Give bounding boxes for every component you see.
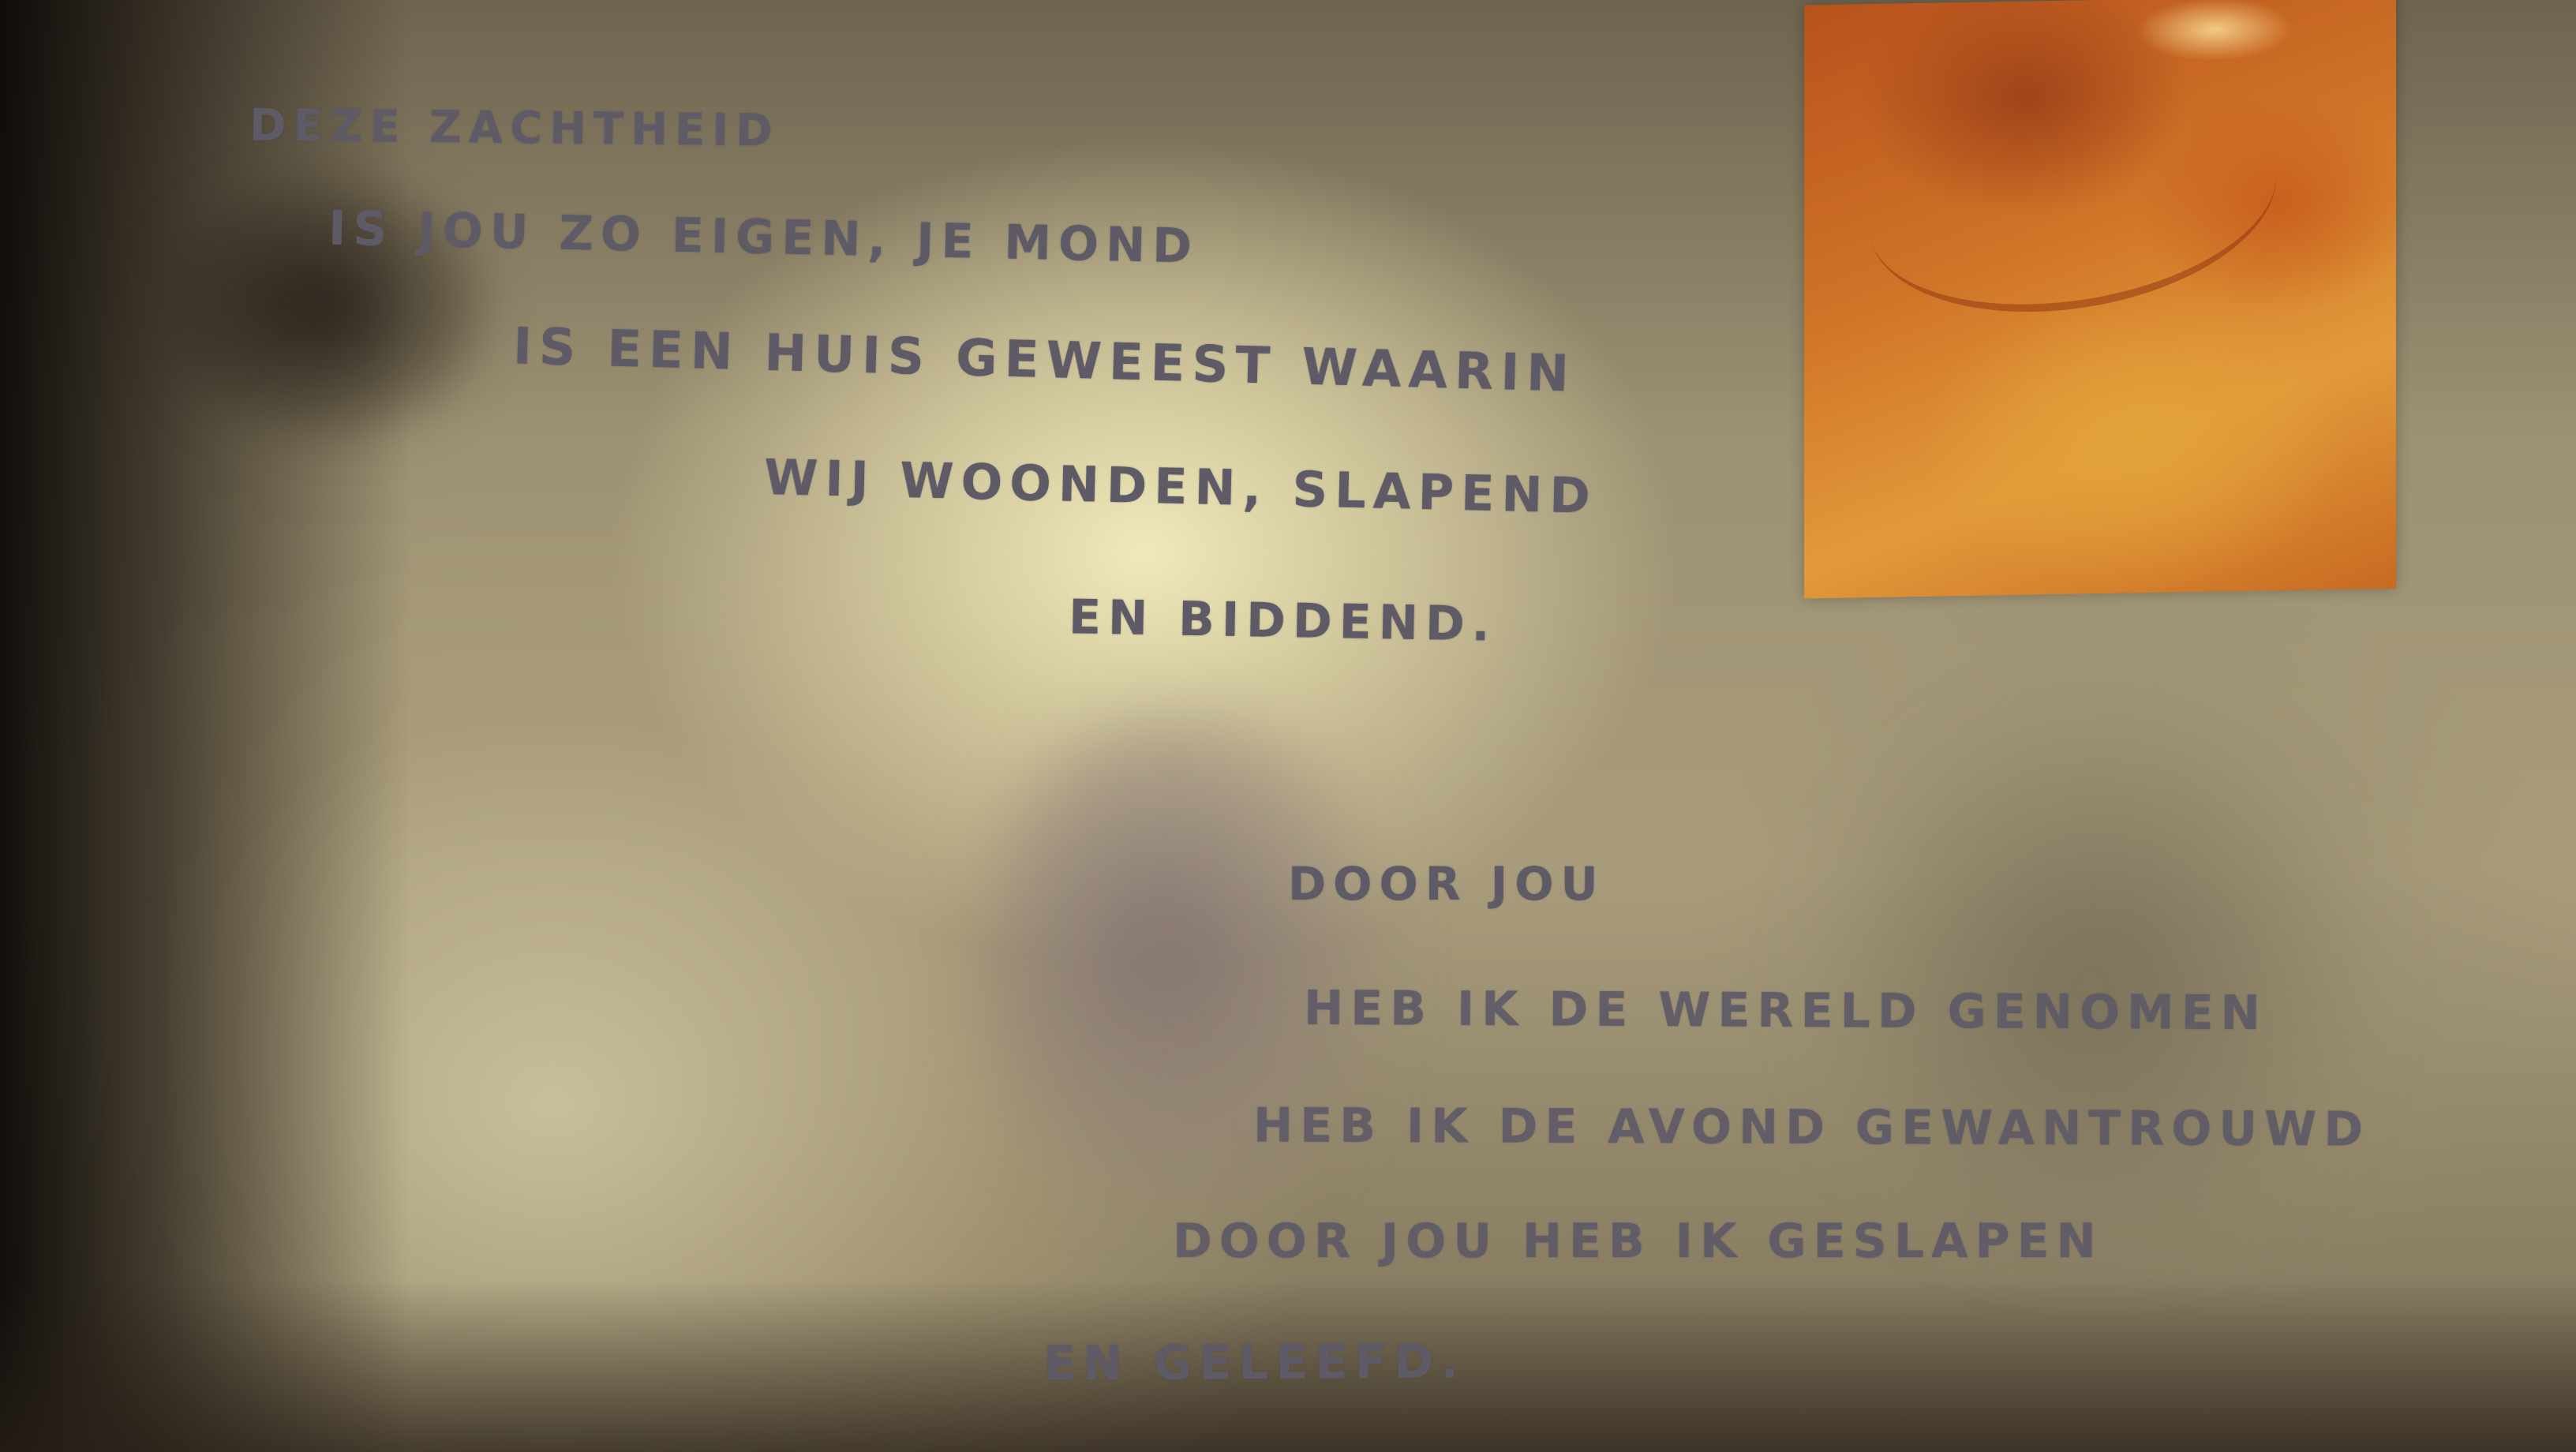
poem-line-8: HEB IK DE AVOND GEWANTROUWD	[1252, 1098, 2371, 1158]
poem-line-9: DOOR JOU HEB IK GESLAPEN	[1173, 1214, 2103, 1269]
photo-scene: DEZE ZACHTHEID IS JOU ZO EIGEN, JE MOND …	[0, 0, 2576, 1452]
petal-highlight	[2136, 0, 2293, 63]
poem-line-5: EN BIDDEND.	[1068, 589, 1498, 653]
poem-line-10: EN GELEEFD.	[1043, 1334, 1466, 1392]
poem-line-1: DEZE ZACHTHEID	[249, 99, 780, 157]
poem-line-6: DOOR JOU	[1288, 857, 1605, 911]
orange-flower-photo-inset	[1804, 0, 2396, 599]
poem-line-3: IS EEN HUIS GEWEEST WAARIN	[512, 317, 1577, 404]
poem-line-7: HEB IK DE WERELD GENOMEN	[1303, 980, 2268, 1042]
poem-line-4: WIJ WOONDEN, SLAPEND	[763, 448, 1598, 525]
